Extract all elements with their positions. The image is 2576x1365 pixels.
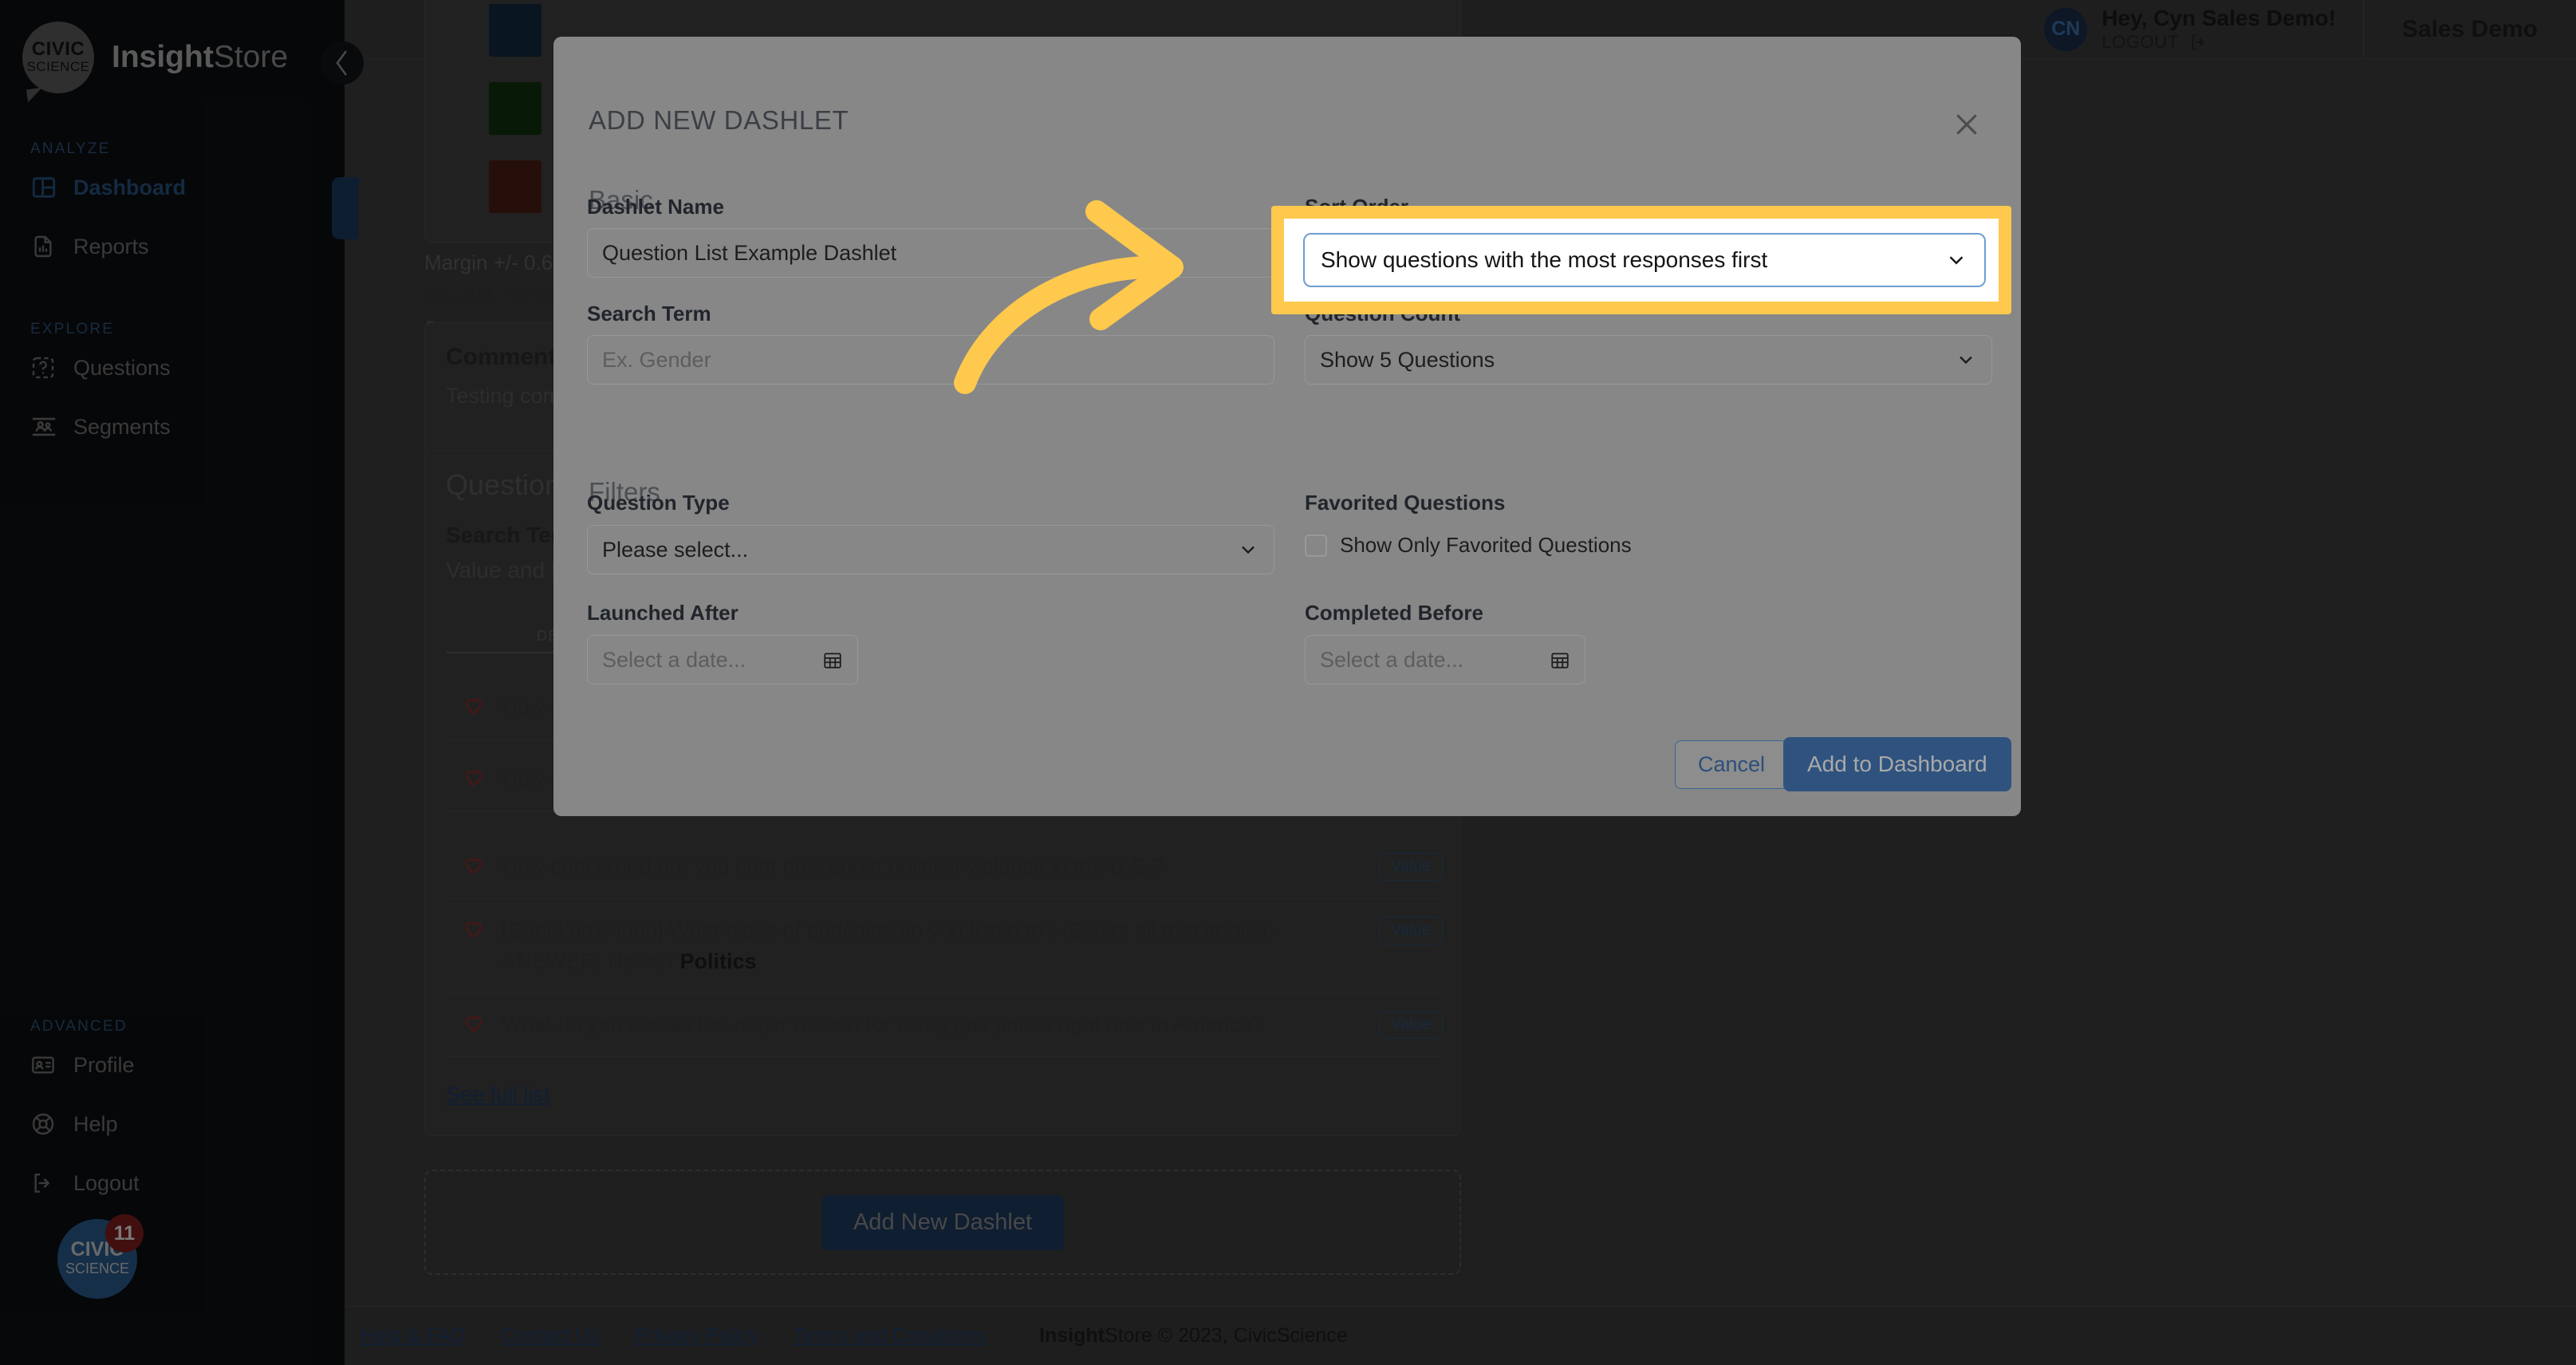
modal-title: ADD NEW DASHLET	[589, 105, 849, 135]
section-title-filters: Filters	[589, 477, 660, 507]
chevron-down-icon	[1237, 539, 1259, 561]
calendar-icon[interactable]	[1550, 649, 1570, 670]
question-type-value: Please select...	[602, 537, 749, 562]
section-title-basic: Basic	[589, 185, 653, 215]
question-type-select[interactable]: Please select...	[587, 525, 1274, 574]
question-count-select[interactable]: Show 5 Questions	[1305, 335, 1992, 385]
cancel-button[interactable]: Cancel	[1675, 740, 1789, 789]
add-to-dashboard-button[interactable]: Add to Dashboard	[1783, 737, 2011, 791]
checkbox-box[interactable]	[1305, 534, 1327, 557]
question-count-value: Show 5 Questions	[1320, 347, 1495, 372]
annotation-arrow-icon	[941, 183, 1276, 403]
calendar-icon[interactable]	[822, 649, 843, 670]
completed-before-date-input[interactable]: Select a date...	[1305, 635, 1585, 684]
add-new-dashlet-modal: ADD NEW DASHLET Basic Filters	[553, 37, 2021, 816]
chevron-down-icon	[1944, 248, 1968, 272]
launched-after-date-input[interactable]: Select a date...	[587, 635, 858, 684]
launched-after-placeholder: Select a date...	[602, 647, 746, 672]
close-icon[interactable]	[1949, 107, 1984, 142]
show-only-favorited-checkbox[interactable]: Show Only Favorited Questions	[1305, 533, 1632, 558]
completed-before-placeholder: Select a date...	[1320, 647, 1464, 672]
chevron-down-icon	[1955, 349, 1977, 371]
checkbox-label: Show Only Favorited Questions	[1340, 533, 1632, 557]
sort-order-value: Show questions with the most responses f…	[1321, 247, 1768, 272]
sort-order-select[interactable]: Show questions with the most responses f…	[1303, 233, 1986, 287]
app-root: CIVIC SCIENCE InsightStore ANALYZE Dashb…	[0, 0, 2576, 1365]
